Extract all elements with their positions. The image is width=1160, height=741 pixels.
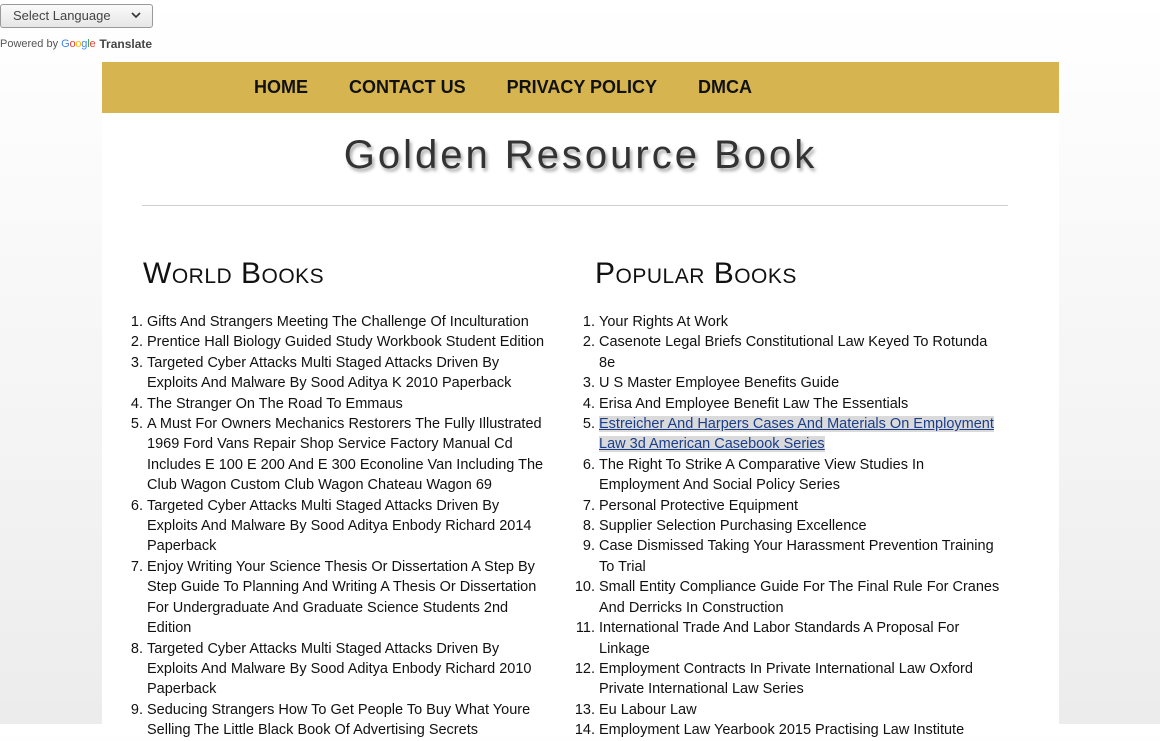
popular-book-item: Casenote Legal Briefs Constitutional Law… bbox=[555, 332, 1005, 373]
nav-contact-us[interactable]: CONTACT US bbox=[349, 77, 466, 98]
popular-book-item: Small Entity Compliance Guide For The Fi… bbox=[555, 577, 1005, 618]
powered-by-google: Powered by Google Translate bbox=[0, 37, 153, 51]
world-book-link[interactable]: Targeted Cyber Attacks Multi Staged Atta… bbox=[147, 355, 511, 391]
world-book-item: Gifts And Strangers Meeting The Challeng… bbox=[103, 312, 553, 333]
popular-book-item: The Right To Strike A Comparative View S… bbox=[555, 455, 1005, 496]
popular-books-section: Popular Books Your Rights At Work Casenot… bbox=[555, 256, 1005, 741]
nav-privacy-policy[interactable]: PRIVACY POLICY bbox=[507, 77, 657, 98]
popular-book-link[interactable]: Your Rights At Work bbox=[599, 314, 728, 330]
powered-by-text: Powered by bbox=[0, 38, 59, 50]
world-book-item: Targeted Cyber Attacks Multi Staged Atta… bbox=[103, 496, 553, 557]
popular-book-link[interactable]: Erisa And Employee Benefit Law The Essen… bbox=[599, 396, 908, 412]
world-book-item: Targeted Cyber Attacks Multi Staged Atta… bbox=[103, 353, 553, 394]
divider bbox=[142, 205, 1008, 206]
popular-books-heading: Popular Books bbox=[595, 257, 797, 290]
world-book-link[interactable]: Gifts And Strangers Meeting The Challeng… bbox=[147, 314, 529, 330]
popular-book-link[interactable]: Personal Protective Equipment bbox=[599, 498, 798, 514]
world-book-item: Targeted Cyber Attacks Multi Staged Atta… bbox=[103, 639, 553, 700]
popular-book-item: Estreicher And Harpers Cases And Materia… bbox=[555, 414, 1005, 455]
world-book-link[interactable]: A Must For Owners Mechanics Restorers Th… bbox=[147, 416, 543, 493]
world-book-link[interactable]: Targeted Cyber Attacks Multi Staged Atta… bbox=[147, 498, 531, 555]
language-select-label: Select Language bbox=[13, 8, 111, 23]
popular-book-link[interactable]: The Right To Strike A Comparative View S… bbox=[599, 457, 924, 493]
popular-book-link[interactable]: International Trade And Labor Standards … bbox=[599, 620, 959, 656]
popular-book-link[interactable]: Supplier Selection Purchasing Excellence bbox=[599, 518, 867, 534]
world-book-link[interactable]: Targeted Cyber Attacks Multi Staged Atta… bbox=[147, 641, 531, 698]
world-book-link[interactable]: Enjoy Writing Your Science Thesis Or Dis… bbox=[147, 559, 536, 636]
popular-book-item: Personal Protective Equipment bbox=[555, 496, 1005, 517]
popular-books-list: Your Rights At Work Casenote Legal Briefs… bbox=[555, 312, 1005, 741]
world-book-link[interactable]: The Stranger On The Road To Emmaus bbox=[147, 396, 403, 412]
google-translate-widget: Select Language Powered by Google Transl… bbox=[0, 4, 153, 51]
popular-book-link[interactable]: Small Entity Compliance Guide For The Fi… bbox=[599, 579, 999, 615]
world-book-item: Prentice Hall Biology Guided Study Workb… bbox=[103, 332, 553, 353]
translate-link[interactable]: Translate bbox=[99, 37, 152, 51]
chevron-down-icon bbox=[131, 12, 141, 19]
language-select[interactable]: Select Language bbox=[0, 4, 153, 28]
popular-book-item: U S Master Employee Benefits Guide bbox=[555, 373, 1005, 394]
main-nav: HOME CONTACT US PRIVACY POLICY DMCA bbox=[102, 62, 1059, 113]
popular-book-item: International Trade And Labor Standards … bbox=[555, 618, 1005, 659]
popular-book-item: Erisa And Employee Benefit Law The Essen… bbox=[555, 394, 1005, 415]
world-book-item: A Must For Owners Mechanics Restorers Th… bbox=[103, 414, 553, 496]
page-container: HOME CONTACT US PRIVACY POLICY DMCA Gold… bbox=[102, 62, 1059, 741]
popular-book-item: Employment Contracts In Private Internat… bbox=[555, 659, 1005, 700]
world-books-section: World Books Gifts And Strangers Meeting … bbox=[103, 256, 553, 741]
popular-book-link[interactable]: Employment Contracts In Private Internat… bbox=[599, 661, 973, 697]
popular-book-item: Employment Law Yearbook 2015 Practising … bbox=[555, 720, 1005, 741]
world-book-link[interactable]: Seducing Strangers How To Get People To … bbox=[147, 702, 530, 738]
popular-book-item: Your Rights At Work bbox=[555, 312, 1005, 333]
popular-book-link[interactable]: Case Dismissed Taking Your Harassment Pr… bbox=[599, 538, 994, 574]
world-book-item: The Stranger On The Road To Emmaus bbox=[103, 394, 553, 415]
world-book-link[interactable]: Prentice Hall Biology Guided Study Workb… bbox=[147, 334, 544, 350]
google-logo: Google bbox=[61, 38, 96, 50]
popular-book-link[interactable]: Casenote Legal Briefs Constitutional Law… bbox=[599, 334, 987, 370]
world-books-heading: World Books bbox=[143, 257, 325, 290]
popular-book-item: Case Dismissed Taking Your Harassment Pr… bbox=[555, 536, 1005, 577]
nav-home[interactable]: HOME bbox=[254, 77, 308, 98]
popular-book-item: Supplier Selection Purchasing Excellence bbox=[555, 516, 1005, 537]
site-title: Golden Resource Book bbox=[343, 133, 818, 177]
world-book-item: Enjoy Writing Your Science Thesis Or Dis… bbox=[103, 557, 553, 639]
world-books-list: Gifts And Strangers Meeting The Challeng… bbox=[103, 312, 553, 741]
popular-book-link[interactable]: Estreicher And Harpers Cases And Materia… bbox=[599, 416, 994, 453]
popular-book-link[interactable]: U S Master Employee Benefits Guide bbox=[599, 375, 839, 391]
nav-dmca[interactable]: DMCA bbox=[698, 77, 752, 98]
world-book-item: Seducing Strangers How To Get People To … bbox=[103, 700, 553, 741]
popular-book-link[interactable]: Employment Law Yearbook 2015 Practising … bbox=[599, 722, 964, 738]
popular-book-item: Eu Labour Law bbox=[555, 700, 1005, 721]
popular-book-link[interactable]: Eu Labour Law bbox=[599, 702, 697, 718]
